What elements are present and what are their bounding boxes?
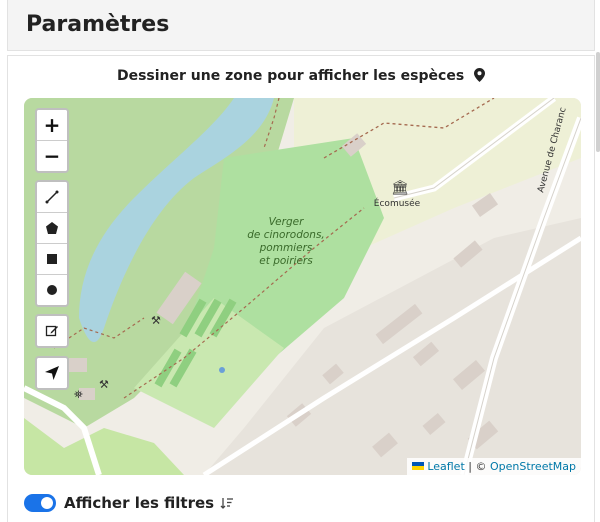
locate-control (35, 356, 69, 390)
museum-label: Écomusée (374, 197, 421, 209)
edit-icon[interactable] (37, 316, 67, 346)
leaflet-link[interactable]: Leaflet (427, 460, 464, 473)
sort-descending-icon (220, 498, 234, 509)
svg-text:⚒: ⚒ (99, 378, 109, 391)
page-header: Paramètres (7, 0, 595, 51)
map-attribution: Leaflet | © OpenStreetMap (407, 458, 581, 475)
map-section-title-text: Dessiner une zone pour afficher les espè… (116, 68, 465, 84)
ukraine-flag-icon (412, 462, 425, 470)
locate-arrow-icon[interactable] (37, 358, 67, 388)
svg-text:⛯: ⛯ (74, 388, 83, 401)
map-pin-icon (474, 68, 486, 82)
attribution-separator: | © (464, 460, 490, 473)
map-section-title: Dessiner une zone pour afficher les espè… (8, 68, 594, 84)
openstreetmap-link[interactable]: OpenStreetMap (490, 460, 576, 473)
circle-icon[interactable] (37, 275, 67, 305)
orchard-label-4: et poiriers (259, 255, 313, 267)
page-title: Paramètres (26, 12, 170, 37)
edit-toolbar (35, 314, 69, 348)
zoom-in-button[interactable]: + (37, 110, 67, 141)
orchard-label-1: Verger (269, 216, 304, 228)
map-tiles: ⚒ ⚒ ⛯ 🏛 Verger de cinorodons, pommiers e… (24, 98, 581, 475)
map-canvas[interactable]: ⚒ ⚒ ⛯ 🏛 Verger de cinorodons, pommiers e… (24, 98, 581, 475)
svg-text:🏛: 🏛 (391, 179, 409, 196)
orchard-label-3: pommiers (259, 242, 313, 254)
draw-toolbar (35, 180, 69, 307)
zoom-out-button[interactable]: − (37, 141, 67, 171)
rectangle-icon[interactable] (37, 244, 67, 275)
svg-text:⚒: ⚒ (151, 314, 161, 327)
filters-toggle-label[interactable]: Afficher les filtres (64, 494, 214, 512)
filters-toggle-row: Afficher les filtres (24, 492, 234, 514)
orchard-label-2: de cinorodons, (247, 229, 325, 241)
filters-toggle[interactable] (24, 494, 56, 512)
scrollbar[interactable] (596, 52, 600, 152)
zoom-control: + − (35, 108, 69, 173)
polygon-icon[interactable] (37, 213, 67, 244)
polyline-icon[interactable] (37, 182, 67, 213)
